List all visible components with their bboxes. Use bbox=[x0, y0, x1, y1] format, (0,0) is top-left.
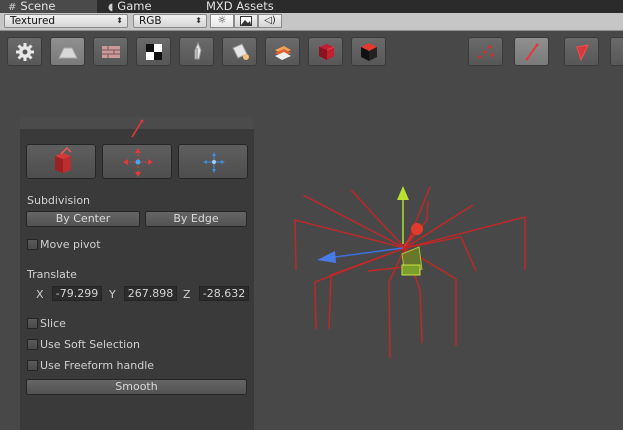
speaker-icon: ◁) bbox=[264, 15, 276, 26]
edge-tools-panel: Subdivision By Center By Edge Move pivot… bbox=[20, 117, 254, 430]
slice-label: Slice bbox=[40, 317, 66, 330]
vertex-color-button[interactable] bbox=[179, 37, 214, 66]
checker-icon bbox=[146, 44, 162, 60]
image-icon bbox=[240, 16, 252, 26]
x-axis-label: X bbox=[36, 288, 44, 301]
face-mode-button[interactable] bbox=[564, 37, 599, 66]
z-axis-label: Z bbox=[183, 288, 191, 301]
render-channel-value: RGB bbox=[139, 15, 162, 27]
shape-tool-button[interactable] bbox=[50, 37, 85, 66]
dropdown-arrows-icon: ⬍ bbox=[195, 16, 202, 25]
vertices-icon bbox=[478, 45, 494, 59]
material-button[interactable] bbox=[265, 37, 300, 66]
move-pivot-checkbox[interactable] bbox=[27, 239, 38, 250]
game-pacman-icon: ◖ bbox=[108, 2, 114, 13]
translate-label: Translate bbox=[27, 268, 77, 281]
plane-icon bbox=[58, 47, 78, 59]
texture-tool-button[interactable] bbox=[93, 37, 128, 66]
editor-tab-strip: # Scene ◖ Game MXD Assets bbox=[0, 0, 623, 13]
toolbar-overflow-button[interactable] bbox=[610, 37, 623, 66]
translate-x-field[interactable]: -79.299 bbox=[52, 286, 102, 301]
tab-scene[interactable]: # Scene bbox=[0, 0, 97, 13]
extrude-edges-button[interactable] bbox=[26, 144, 96, 179]
move-pivot-label: Move pivot bbox=[40, 238, 101, 251]
brick-icon bbox=[102, 46, 120, 58]
edge-mode-button[interactable] bbox=[514, 37, 549, 66]
gizmo-z-handle-icon[interactable] bbox=[411, 223, 423, 235]
pen-icon bbox=[194, 42, 202, 60]
pivot-arrows-icon bbox=[123, 148, 153, 177]
red-cube-icon bbox=[319, 44, 335, 60]
blue-pivot-icon bbox=[203, 152, 225, 173]
slice-checkbox[interactable] bbox=[27, 318, 38, 329]
tab-mxd-assets-label: MXD Assets bbox=[206, 0, 274, 13]
vertex-pivot-button[interactable] bbox=[178, 144, 248, 179]
object-mode-button[interactable] bbox=[351, 37, 386, 66]
y-axis-label: Y bbox=[109, 288, 116, 301]
swatch-stack-icon bbox=[275, 46, 291, 60]
gizmo-center-handle[interactable] bbox=[401, 264, 421, 276]
smooth-button[interactable]: Smooth bbox=[26, 379, 247, 395]
by-edge-button[interactable]: By Edge bbox=[145, 211, 247, 227]
by-center-button[interactable]: By Center bbox=[26, 211, 140, 227]
gizmo-x-arrow-icon[interactable] bbox=[317, 251, 336, 263]
draw-mode-value: Textured bbox=[10, 15, 56, 27]
edge-icon bbox=[131, 119, 144, 138]
uv-checker-button[interactable] bbox=[136, 37, 171, 66]
freeform-handle-checkbox[interactable] bbox=[27, 360, 38, 371]
draw-mode-dropdown[interactable]: Textured ⬍ bbox=[4, 14, 128, 28]
subdivision-label: Subdivision bbox=[27, 194, 91, 207]
scene-view-toolbar: Textured ⬍ RGB ⬍ ☼ ◁) bbox=[0, 13, 623, 31]
settings-button[interactable] bbox=[7, 37, 42, 66]
scene-viewport[interactable] bbox=[255, 70, 623, 430]
soft-selection-label: Use Soft Selection bbox=[40, 338, 140, 351]
sun-icon: ☼ bbox=[217, 15, 227, 26]
extrude-red-cube-icon bbox=[55, 146, 72, 173]
tab-game-label: Game bbox=[117, 0, 152, 13]
lighting-toggle[interactable]: ☼ bbox=[210, 14, 234, 28]
dropdown-arrows-icon: ⬍ bbox=[116, 16, 123, 25]
effects-toggle[interactable] bbox=[234, 14, 258, 28]
black-cube-icon bbox=[361, 43, 377, 61]
translate-y-field[interactable]: 267.898 bbox=[124, 286, 177, 301]
tab-scene-label: Scene bbox=[20, 0, 56, 13]
gizmo-y-arrow-icon[interactable] bbox=[397, 186, 409, 200]
tab-mxd-assets[interactable]: MXD Assets bbox=[206, 0, 274, 13]
soft-selection-checkbox[interactable] bbox=[27, 339, 38, 350]
vertex-mode-button[interactable] bbox=[468, 37, 503, 66]
render-channel-dropdown[interactable]: RGB ⬍ bbox=[133, 14, 207, 28]
smoothing-button[interactable] bbox=[222, 37, 257, 66]
gear-icon bbox=[16, 43, 34, 61]
translate-z-field[interactable]: -28.632 bbox=[199, 286, 249, 301]
audio-toggle[interactable]: ◁) bbox=[258, 14, 282, 28]
tab-game[interactable]: ◖ Game bbox=[108, 0, 152, 13]
edge-icon bbox=[525, 43, 539, 61]
freeform-handle-label: Use Freeform handle bbox=[40, 359, 155, 372]
face-icon bbox=[576, 44, 589, 62]
paint-bucket-icon bbox=[232, 43, 249, 60]
scene-grid-icon: # bbox=[8, 2, 17, 13]
mirror-tool-button[interactable] bbox=[308, 37, 343, 66]
center-pivot-button[interactable] bbox=[102, 144, 172, 179]
